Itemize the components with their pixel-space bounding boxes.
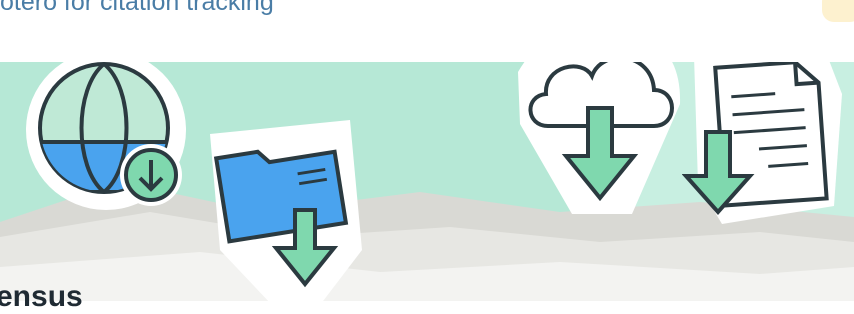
document-download-icon [682, 62, 842, 224]
cloud-download-icon [518, 62, 681, 214]
hero-banner [0, 62, 854, 301]
corner-badge [822, 0, 854, 22]
globe-download-icon [26, 62, 186, 210]
section-heading: ensus [0, 280, 83, 313]
top-strip: otero for citation tracking [0, 0, 854, 62]
page-subtitle: otero for citation tracking [0, 0, 274, 16]
folder-download-icon [210, 120, 362, 301]
